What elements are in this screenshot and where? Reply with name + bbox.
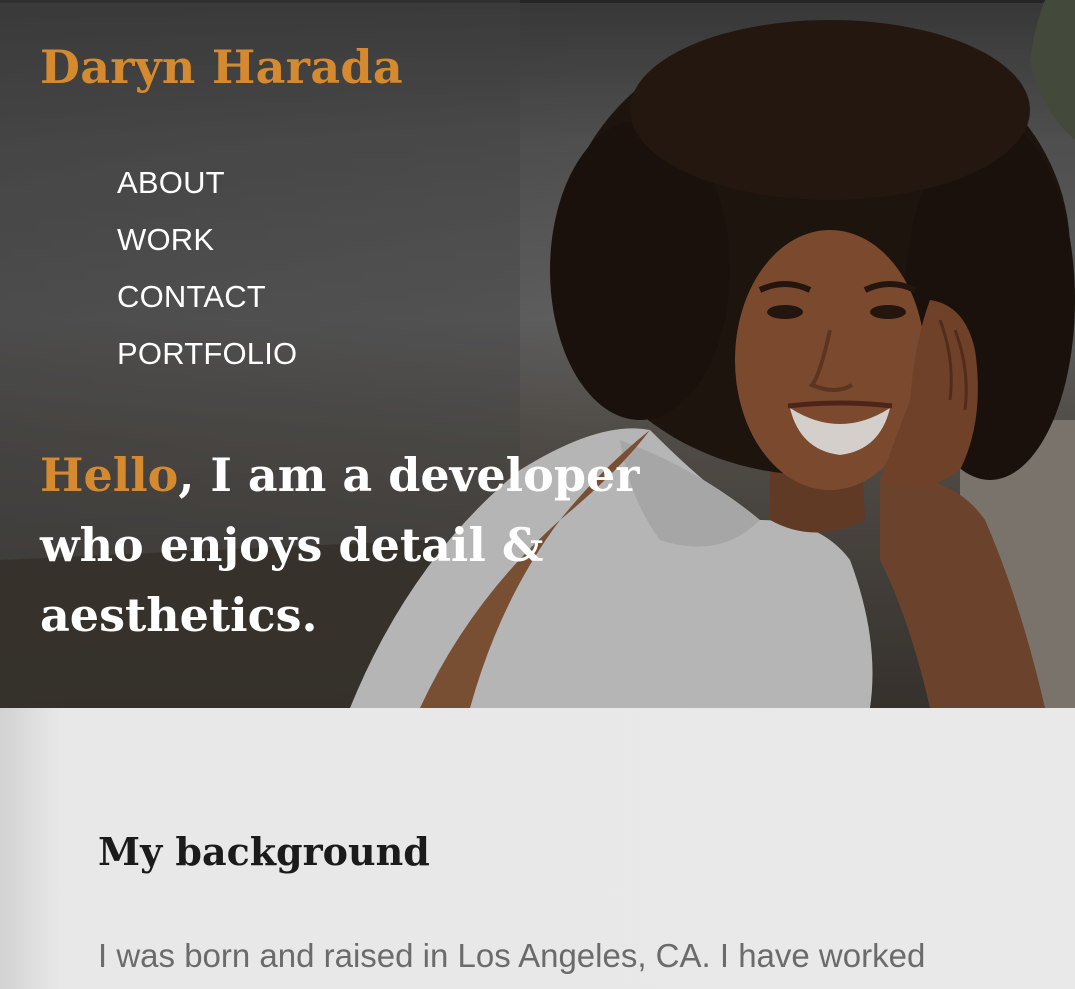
- nav-link-work[interactable]: WORK: [117, 221, 214, 259]
- nav-link-about[interactable]: ABOUT: [117, 164, 225, 202]
- background-text: I was born and raised in Los Angeles, CA…: [98, 937, 926, 974]
- nav-item-work: WORK: [117, 221, 297, 278]
- background-title: My background: [98, 829, 430, 874]
- headline-accent: Hello: [40, 448, 179, 502]
- main-nav: ABOUT WORK CONTACT PORTFOLIO: [117, 164, 297, 392]
- nav-item-portfolio: PORTFOLIO: [117, 335, 297, 392]
- nav-link-portfolio[interactable]: PORTFOLIO: [117, 335, 297, 373]
- site-name-logo[interactable]: Daryn Harada: [40, 44, 403, 90]
- page: Daryn Harada ABOUT WORK CONTACT PORTFOLI…: [0, 0, 1075, 989]
- nav-item-about: ABOUT: [117, 164, 297, 221]
- hero-headline: Hello, I am a developer who enjoys detai…: [40, 440, 680, 650]
- nav-item-contact: CONTACT: [117, 278, 297, 335]
- background-section: My background I was born and raised in L…: [0, 708, 1075, 989]
- nav-link-contact[interactable]: CONTACT: [117, 278, 266, 316]
- hero-section: Daryn Harada ABOUT WORK CONTACT PORTFOLI…: [0, 0, 1075, 708]
